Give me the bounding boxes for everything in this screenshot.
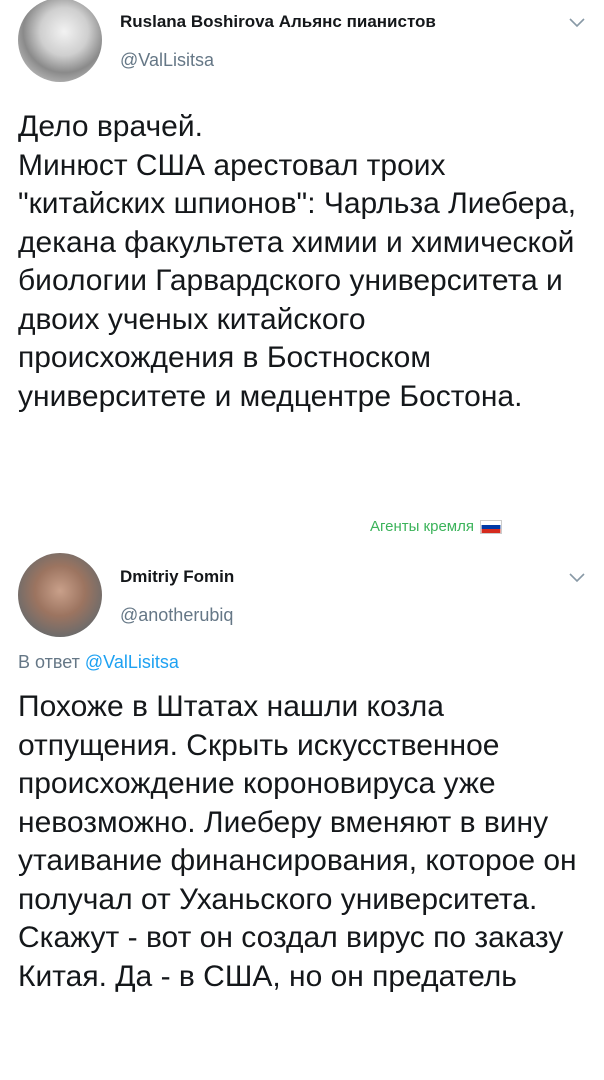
avatar[interactable]: [18, 0, 102, 82]
chevron-down-icon[interactable]: [566, 12, 588, 34]
chevron-down-icon[interactable]: [566, 567, 588, 589]
watermark-text: Агенты кремля: [369, 518, 474, 535]
reply-prefix: В ответ: [18, 652, 80, 672]
author-handle[interactable]: @anotherubiq: [120, 605, 233, 626]
reply-mention-link[interactable]: @ValLisitsa: [85, 652, 179, 672]
reply-tweet: Dmitriy Fomin @anotherubiq В ответ @ValL…: [0, 545, 604, 1080]
tweet-text: Дело врачей. Минюст США арестовал троих …: [18, 110, 577, 413]
tweet: Ruslana Boshirova Альянс пианистов @ValL…: [0, 0, 604, 545]
tweet-text: Похоже в Штатах нашли козла отпущения. С…: [18, 690, 577, 993]
author-name[interactable]: Dmitriy Fomin: [120, 567, 234, 587]
author-handle[interactable]: @ValLisitsa: [120, 50, 214, 71]
watermark: Агенты кремля: [370, 518, 502, 535]
avatar[interactable]: [18, 553, 102, 637]
russian-flag-icon: [480, 519, 502, 534]
author-name[interactable]: Ruslana Boshirova Альянс пианистов: [120, 12, 436, 32]
reply-context: В ответ @ValLisitsa: [18, 652, 179, 673]
